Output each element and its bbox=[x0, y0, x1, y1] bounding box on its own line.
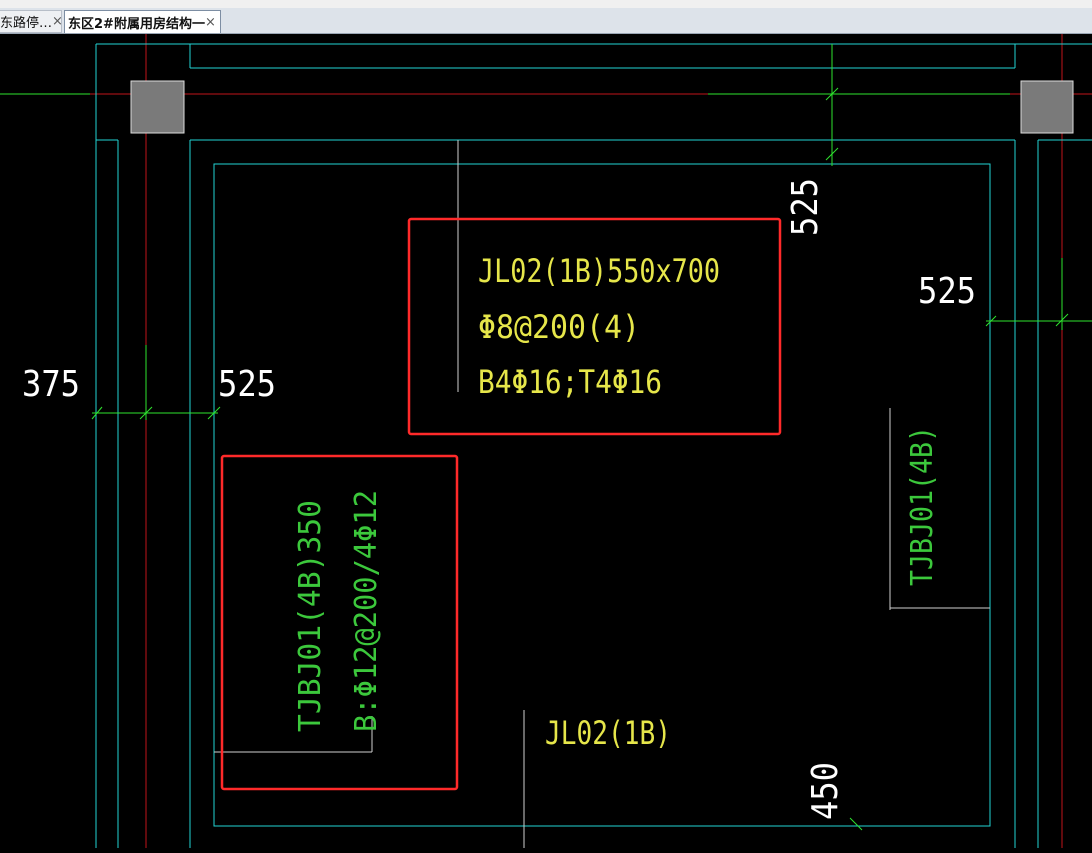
tab-bar: 东路停… × 东区2#附属用房结构一 × bbox=[0, 8, 1092, 34]
dim-525-right: 525 bbox=[918, 271, 976, 312]
tab-label: 东路停… bbox=[0, 16, 53, 31]
base-annotation: TJBJ01(4B)350 B:Φ12@200/4Φ12 TJBJ01(4B) bbox=[293, 426, 940, 732]
tab-drawing-2-active[interactable]: 东区2#附属用房结构一 × bbox=[64, 10, 221, 33]
bottom-beam-label: JL02(1B) bbox=[545, 714, 671, 752]
base-annotation-line-1: TJBJ01(4B)350 bbox=[293, 500, 328, 732]
dim-525-left: 525 bbox=[218, 364, 276, 405]
cad-drawing: 525 525 375 525 450 JL02(1B)550x700 Φ8@2… bbox=[0, 34, 1092, 848]
column-left bbox=[130, 80, 185, 134]
tab-label: 东区2#附属用房结构一 bbox=[68, 16, 205, 32]
close-icon[interactable]: × bbox=[52, 14, 61, 29]
dim-450-vertical: 450 bbox=[805, 762, 846, 820]
dim-375: 375 bbox=[22, 364, 80, 405]
beam-annotation: JL02(1B)550x700 Φ8@200(4) B4Φ16;T4Φ16 JL… bbox=[478, 252, 720, 752]
beam-annotation-line-2: Φ8@200(4) bbox=[478, 308, 640, 346]
beam-annotation-line-1: JL02(1B)550x700 bbox=[478, 252, 720, 290]
dim-525-vertical: 525 bbox=[785, 178, 826, 236]
cad-canvas[interactable]: 525 525 375 525 450 JL02(1B)550x700 Φ8@2… bbox=[0, 34, 1092, 848]
base-annotation-line-2: B:Φ12@200/4Φ12 bbox=[349, 490, 384, 732]
title-bar-strip bbox=[0, 0, 1092, 8]
close-icon[interactable]: × bbox=[205, 15, 216, 30]
column-right bbox=[1020, 80, 1074, 134]
tab-drawing-1[interactable]: 东路停… × bbox=[0, 10, 62, 33]
highlight-box-base bbox=[220, 454, 459, 791]
right-base-label: TJBJ01(4B) bbox=[905, 426, 940, 586]
beam-annotation-line-3: B4Φ16;T4Φ16 bbox=[478, 363, 662, 401]
